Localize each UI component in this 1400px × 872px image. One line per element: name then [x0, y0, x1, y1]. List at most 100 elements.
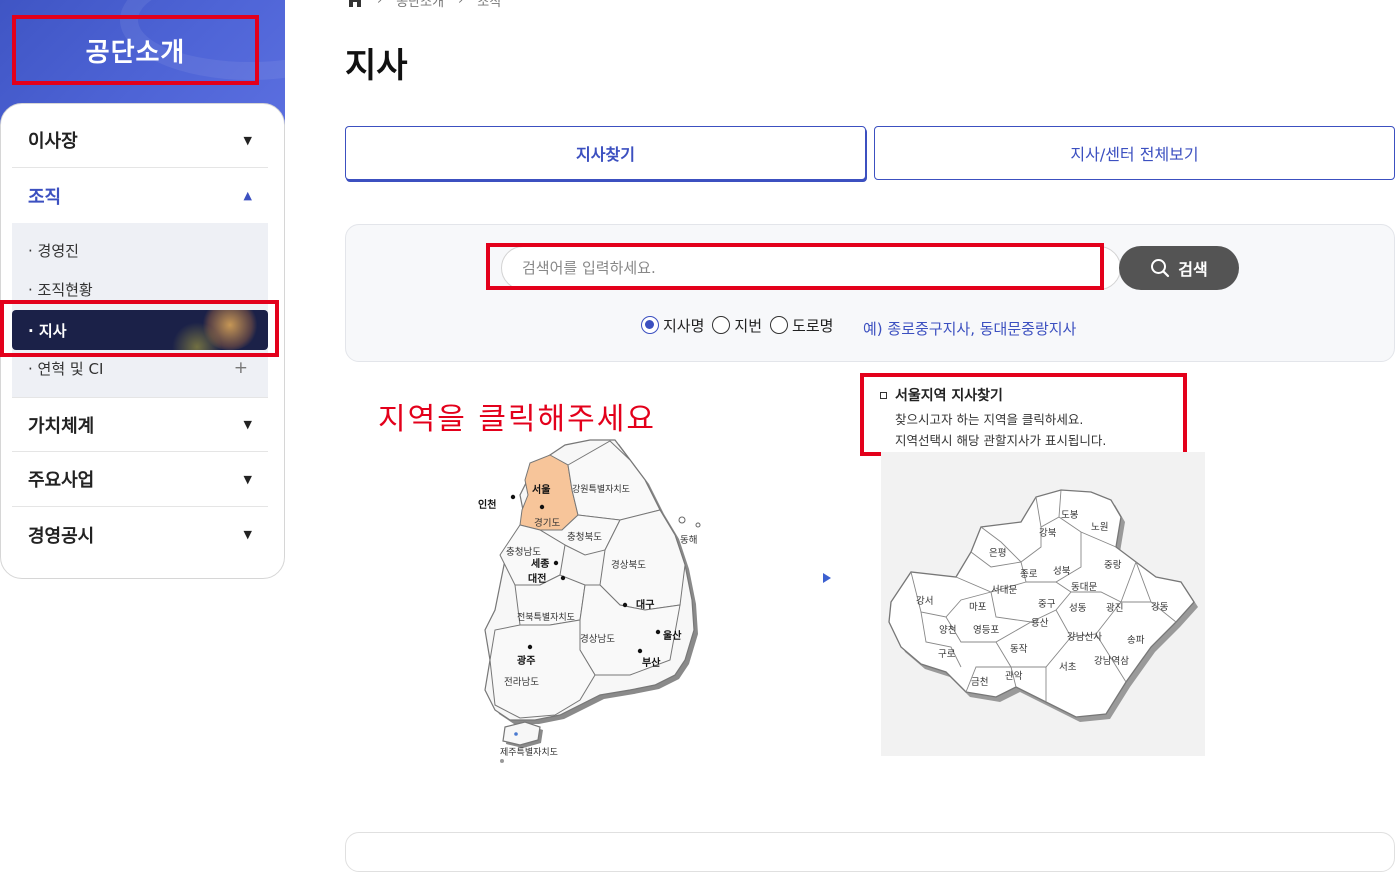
breadcrumb-item[interactable]: 공단소개: [396, 0, 444, 10]
search-example-hint: 예) 종로중구지사, 동대문중랑지사: [863, 320, 1077, 338]
breadcrumb: › 공단소개 › 조직: [347, 0, 501, 10]
search-button-label: 검색: [1178, 260, 1208, 279]
district-label: 중랑: [1104, 559, 1122, 571]
seoul-info-highlight: 서울지역 지사찾기 찾으시고자 하는 지역을 클릭하세요. 지역선택시 해당 관…: [860, 373, 1187, 456]
region-label: 세종: [531, 557, 549, 570]
radio-label: 도로명: [792, 316, 834, 335]
region-label: 대구: [636, 598, 654, 611]
arrow-right-icon: [823, 573, 831, 583]
region-label: 전북특별자치도: [517, 611, 575, 623]
district-label: 강남신사: [1067, 632, 1102, 643]
region-jeju[interactable]: [502, 721, 541, 746]
district-label: 강동: [1151, 602, 1169, 613]
district-label: 영등포: [973, 625, 999, 636]
region-label: 서울: [532, 483, 550, 496]
region-label: 인천: [478, 498, 496, 511]
sidebar-item-label: 조직: [28, 186, 62, 208]
tab-label: 지사찾기: [576, 145, 635, 164]
sidebar-item-label: 경영공시: [28, 525, 95, 547]
chevron-right-icon: ›: [458, 0, 464, 8]
district-label: 강서: [916, 596, 933, 607]
sidebar-item-values[interactable]: 가치체계 ▼: [12, 397, 268, 452]
district-label: 은평: [989, 548, 1006, 559]
district-label: 성동: [1069, 603, 1087, 614]
sidebar-item-chairman[interactable]: 이사장 ▼: [12, 113, 268, 168]
map-instruction: 지역을 클릭해주세요: [378, 402, 656, 437]
dokdo-island: [695, 522, 701, 528]
radio-branch-name[interactable]: 지사명: [641, 315, 704, 336]
sidebar-title: 공단소개: [85, 37, 186, 68]
region-label: 울산: [663, 629, 682, 642]
submenu-item-executives[interactable]: · 경영진: [12, 231, 268, 269]
region-label: 충청북도: [567, 532, 602, 543]
radio-label: 지사명: [663, 316, 705, 335]
ulleung-island: [678, 516, 686, 524]
district-label: 동작: [1010, 644, 1028, 655]
region-label: 충청남도: [506, 547, 541, 558]
region-label: 제주특별자치도: [500, 746, 558, 758]
search-input[interactable]: [501, 246, 1121, 290]
region-label: 경상북도: [611, 559, 646, 571]
district-label: 서대문: [991, 585, 1017, 596]
chevron-right-icon: ›: [377, 0, 383, 8]
submenu-item-label: · 조직현황: [28, 280, 93, 299]
seoul-info-line: 찾으시고자 하는 지역을 클릭하세요.: [895, 412, 1084, 427]
region-label: 경상남도: [580, 633, 615, 645]
korea-map[interactable]: 서울 인천 강원특별자치도 경기도 충청북도 동해 충청남도 세종 대전 경상북…: [470, 435, 710, 770]
district-label: 금천: [971, 677, 988, 688]
district-label: 송파: [1127, 635, 1145, 646]
search-button[interactable]: 검색: [1119, 246, 1239, 290]
home-icon[interactable]: [347, 0, 363, 7]
radio-icon: [712, 316, 731, 334]
region-label: 강원특별자치도: [572, 483, 630, 495]
seoul-map[interactable]: 도봉 노원 강북 은평 종로 성북 중랑 서대문 동대문 강서 마포 중구 성동…: [881, 452, 1205, 756]
caret-down-icon: ▼: [243, 528, 252, 541]
submenu-item-label: · 경영진: [28, 241, 79, 260]
district-label: 광진: [1106, 602, 1123, 614]
sidebar-item-label: 이사장: [28, 131, 78, 152]
sidebar-item-organization[interactable]: 조직 ▲: [12, 168, 268, 223]
radio-icon: [770, 316, 789, 334]
marado-island: [500, 759, 504, 763]
district-label: 성북: [1053, 566, 1071, 577]
sidebar-item-business[interactable]: 주요사업 ▼: [12, 452, 268, 507]
tab-label: 지사/센터 전체보기: [1070, 145, 1199, 164]
district-label: 서초: [1059, 662, 1077, 673]
submenu-item-label: · 연혁 및 CI: [28, 359, 104, 378]
sidebar-item-label: 주요사업: [28, 470, 95, 491]
caret-down-icon: ▼: [243, 472, 252, 486]
region-label: 광주: [517, 655, 535, 667]
district-label: 동대문: [1071, 582, 1097, 593]
district-label: 종로: [1020, 569, 1038, 580]
region-label: 동해: [680, 534, 697, 546]
radio-lot-number[interactable]: 지번: [712, 315, 762, 336]
district-label: 구로: [938, 649, 956, 660]
caret-down-icon: ▼: [243, 133, 252, 147]
region-label: 대전: [528, 572, 546, 585]
breadcrumb-item[interactable]: 조직: [477, 0, 501, 10]
search-panel: [345, 224, 1395, 362]
sidebar-item-disclosure[interactable]: 경영공시 ▼: [12, 507, 268, 562]
submenu-active-highlight: [0, 300, 279, 357]
search-icon: [1151, 259, 1170, 278]
district-label: 도봉: [1061, 510, 1079, 521]
district-label: 양천: [939, 625, 956, 636]
plus-icon: +: [233, 358, 248, 378]
bottom-panel: [345, 832, 1395, 872]
search-type-group: 지사명 지번 도로명: [641, 314, 841, 336]
district-label: 노원: [1091, 522, 1108, 533]
seoul-info-title: 서울지역 지사찾기: [880, 385, 1167, 405]
radio-label: 지번: [734, 316, 763, 335]
radio-road-name[interactable]: 도로명: [770, 315, 833, 336]
tab-all-branches[interactable]: 지사/센터 전체보기: [874, 126, 1395, 180]
seoul-info-line: 지역선택시 해당 관할지사가 표시됩니다.: [895, 433, 1107, 448]
sidebar-item-label: 가치체계: [28, 415, 95, 437]
region-label: 경기도: [534, 517, 560, 529]
district-label: 관악: [1005, 670, 1023, 682]
caret-up-icon: ▲: [243, 189, 252, 202]
square-bullet-icon: [880, 391, 887, 399]
tab-find-branch[interactable]: 지사찾기: [345, 126, 866, 180]
sidebar-title-highlight: 공단소개: [12, 15, 259, 85]
district-label: 강북: [1039, 528, 1057, 539]
caret-down-icon: ▼: [243, 418, 252, 431]
